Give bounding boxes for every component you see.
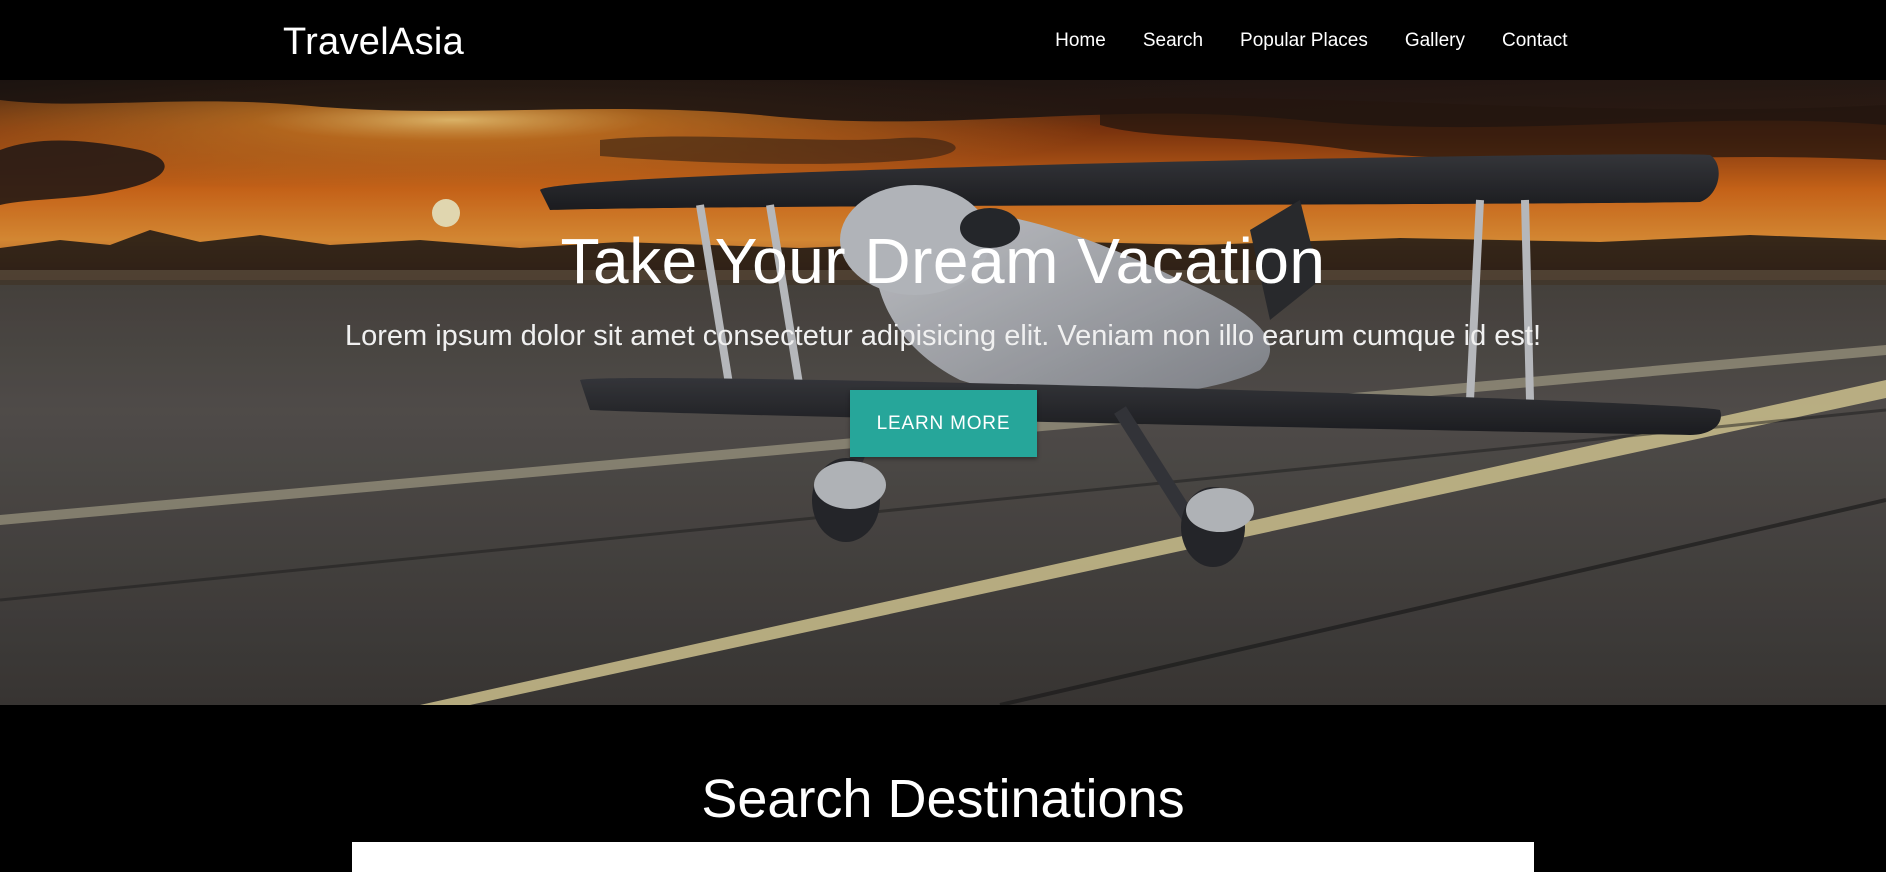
hero-title: Take Your Dream Vacation (560, 225, 1326, 297)
nav-link-gallery[interactable]: Gallery (1386, 28, 1483, 54)
search-section-title: Search Destinations (701, 769, 1185, 829)
nav-link-search[interactable]: Search (1124, 28, 1221, 54)
hero-section: Take Your Dream Vacation Lorem ipsum dol… (0, 80, 1886, 705)
nav-menu: Home Search Popular Places Gallery Conta… (1037, 28, 1586, 54)
hero-subtitle: Lorem ipsum dolor sit amet consectetur a… (344, 320, 1542, 352)
navbar: TravelAsia Home Search Popular Places Ga… (0, 0, 1886, 80)
nav-item-gallery: Gallery (1386, 28, 1483, 54)
nav-link-home[interactable]: Home (1037, 28, 1125, 54)
hero-content: Take Your Dream Vacation Lorem ipsum dol… (0, 80, 1886, 705)
nav-item-home: Home (1037, 28, 1125, 54)
search-input[interactable] (352, 842, 1534, 872)
nav-item-contact: Contact (1484, 28, 1586, 54)
nav-item-popular-places: Popular Places (1222, 28, 1387, 54)
nav-link-contact[interactable]: Contact (1484, 28, 1586, 54)
nav-item-search: Search (1124, 28, 1221, 54)
nav-link-popular-places[interactable]: Popular Places (1222, 28, 1387, 54)
search-section: Search Destinations (0, 705, 1886, 872)
learn-more-button[interactable]: LEARN MORE (850, 390, 1037, 457)
brand-logo[interactable]: TravelAsia (283, 20, 464, 64)
